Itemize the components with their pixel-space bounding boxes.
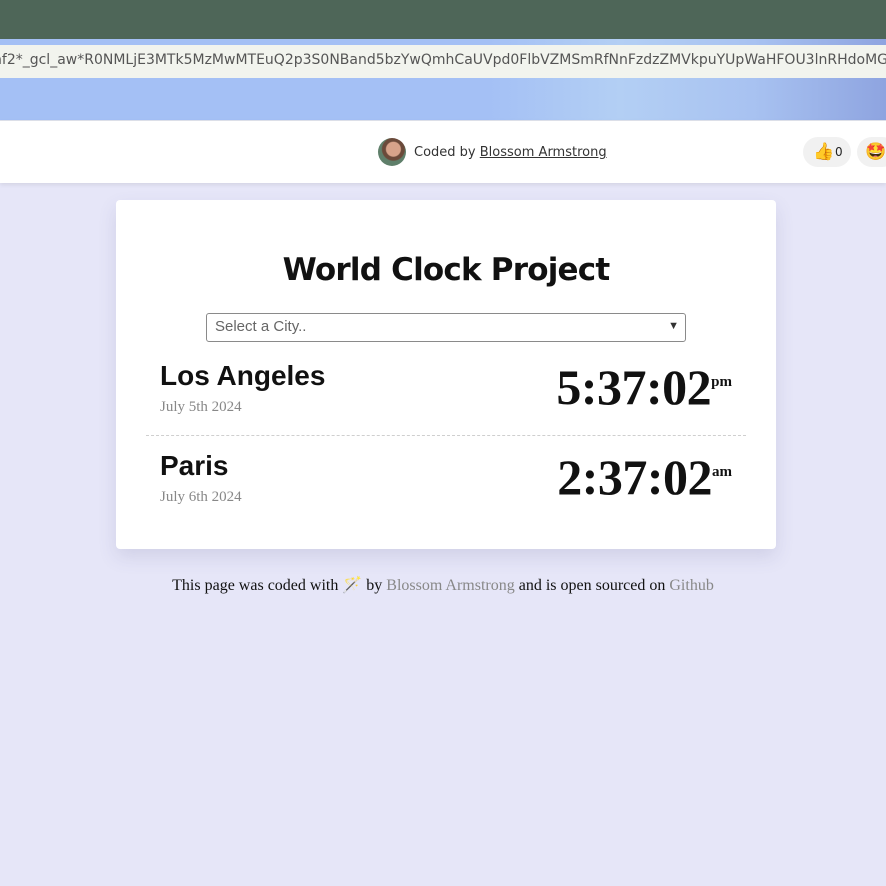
star-struck-icon: 🤩 (865, 142, 886, 161)
browser-address-area: gxnf2*_gcl_aw*R0NMLjE3MTk5MzMwMTEuQ2p3S0… (0, 39, 886, 120)
city-date: July 5th 2024 (160, 399, 242, 415)
page-title: World Clock Project (282, 252, 611, 288)
city-time-digits: 5:37:02 (556, 359, 712, 415)
thumbs-up-reaction-button[interactable]: 👍 0 (803, 137, 851, 167)
city-time: 2:37:02am (557, 448, 732, 506)
city-time-digits: 2:37:02 (557, 449, 712, 505)
star-struck-reaction-button[interactable]: 🤩 (857, 137, 886, 167)
city-date: July 6th 2024 (160, 489, 242, 505)
coded-by-label: Coded by (414, 145, 476, 160)
city-time: 5:37:02pm (556, 358, 732, 416)
address-bar-text: gxnf2*_gcl_aw*R0NMLjE3MTk5MzMwMTEuQ2p3S0… (0, 52, 886, 68)
footer-author-link[interactable]: Blossom Armstrong (386, 577, 514, 594)
coder-bar: Coded by Blossom Armstrong 👍 0 🤩 (0, 120, 886, 183)
city-name: Paris (160, 450, 229, 481)
city-time-ampm: am (712, 464, 732, 480)
city-row: Paris July 6th 2024 2:37:02am (146, 440, 746, 526)
page-footer: This page was coded with 🪄 by Blossom Ar… (0, 575, 886, 595)
github-link[interactable]: Github (669, 577, 713, 594)
city-select[interactable]: Select a City.. ▼ (206, 313, 686, 342)
footer-text: and is open sourced on (518, 577, 666, 594)
browser-top-bar (0, 0, 886, 39)
city-row: Los Angeles July 5th 2024 5:37:02pm (146, 350, 746, 436)
world-clock-card: World Clock Project Select a City.. ▼ Lo… (116, 200, 776, 549)
address-bar[interactable]: gxnf2*_gcl_aw*R0NMLjE3MTk5MzMwMTEuQ2p3S0… (0, 45, 886, 78)
city-name: Los Angeles (160, 360, 326, 391)
author-link[interactable]: Blossom Armstrong (480, 145, 607, 160)
magic-wand-icon: 🪄 (342, 577, 363, 594)
chevron-down-icon: ▼ (668, 320, 679, 332)
footer-text: This page was coded with (172, 577, 339, 594)
avatar (378, 138, 406, 166)
coded-by-credit: Coded by Blossom Armstrong (414, 145, 607, 160)
thumbs-up-count: 0 (835, 145, 843, 159)
city-select-value: Select a City.. (215, 318, 307, 335)
thumbs-up-icon: 👍 (813, 142, 835, 161)
footer-text: by (366, 577, 383, 594)
city-time-ampm: pm (711, 374, 732, 390)
